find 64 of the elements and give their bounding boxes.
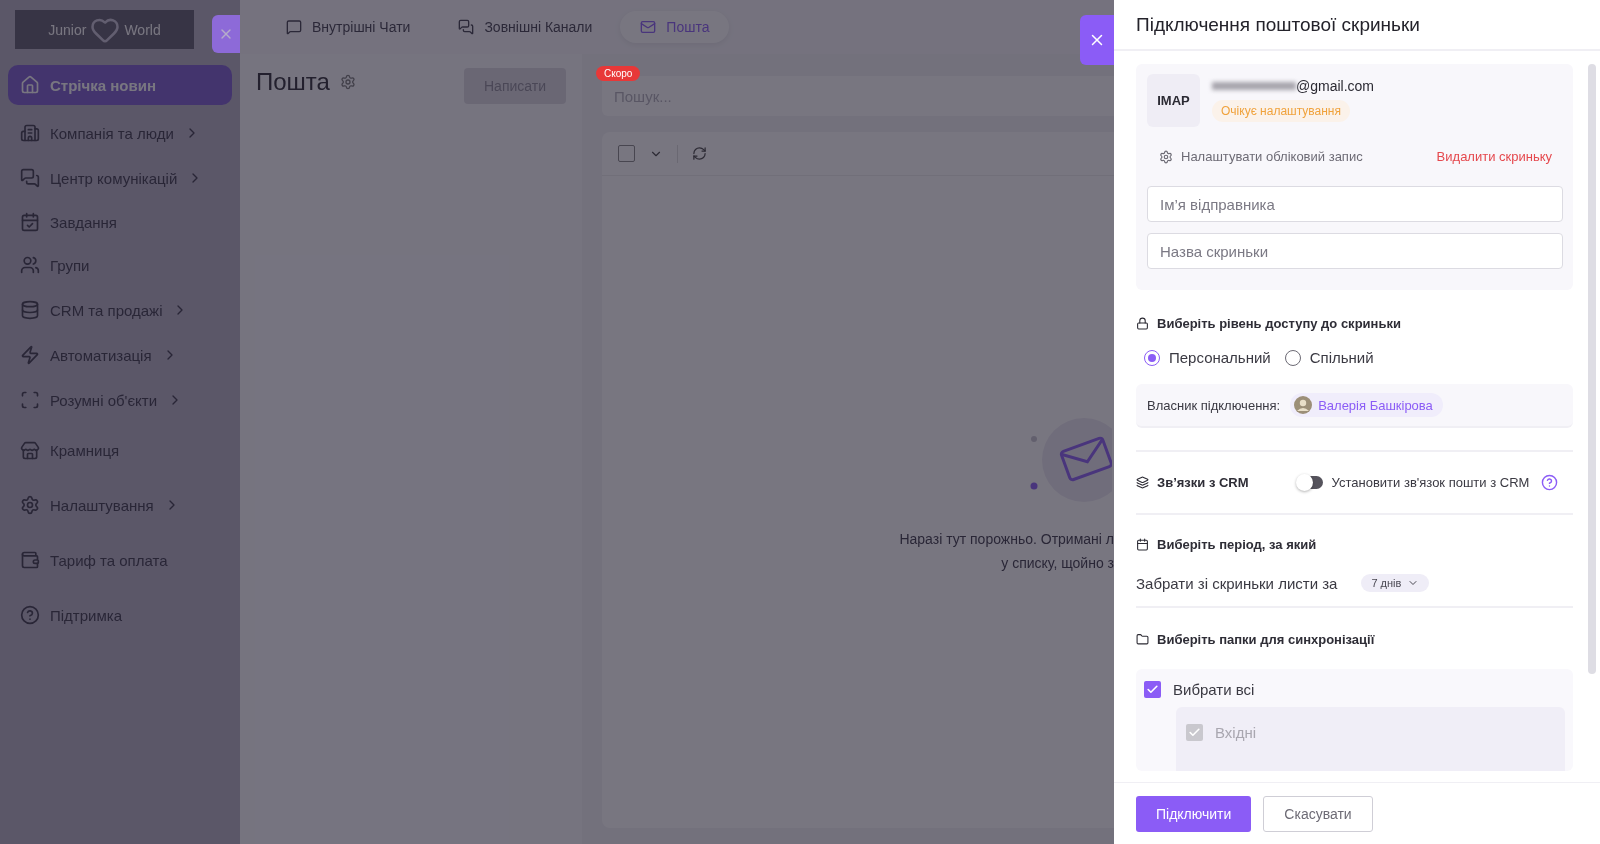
email-address: @gmail.com	[1296, 78, 1374, 94]
soon-badge: Скоро	[596, 66, 641, 81]
check-icon	[1146, 683, 1159, 696]
radio-option[interactable]: Спільний	[1284, 349, 1374, 366]
settings-icon	[20, 495, 40, 515]
settings-icon	[1159, 149, 1173, 164]
status-badge: Очікує налаштування	[1212, 100, 1350, 122]
chat-icon	[20, 168, 40, 188]
section-heading: Виберіть папки для синхронізації	[1157, 632, 1375, 647]
sidebar-item-label: Стрічка новин	[50, 76, 156, 94]
mail-icon	[640, 19, 657, 35]
wallet-icon	[20, 550, 40, 570]
help-icon[interactable]	[1541, 474, 1559, 491]
period-label: Забрати зі скриньки листи за	[1136, 574, 1338, 592]
section-heading: Зв’язки з CRM	[1157, 475, 1249, 490]
delete-mailbox-link[interactable]: Видалити скриньку	[1436, 149, 1552, 164]
radio-option[interactable]: Персональний	[1144, 349, 1271, 366]
scan-icon	[20, 390, 40, 410]
close-button[interactable]	[212, 15, 240, 53]
stack-icon	[1136, 476, 1149, 489]
lightning-icon	[20, 345, 40, 365]
help-icon	[20, 605, 40, 625]
home-icon	[20, 75, 40, 95]
chat-bubble-icon	[286, 19, 302, 35]
input-field[interactable]: Ім’я відправника	[1147, 186, 1563, 222]
logo-text: Junior	[48, 21, 87, 38]
owner-label: Власник підключення:	[1147, 397, 1281, 413]
tab[interactable]: Внутрішні Чати	[266, 11, 431, 43]
period-select[interactable]: 7 днів	[1361, 574, 1430, 592]
chats-icon	[458, 19, 475, 35]
checkbox-row[interactable]: Вибрати всі	[1144, 681, 1565, 698]
empty-message-line: Наразі тут порожньо. Отримані л	[899, 531, 1114, 547]
cancel-button[interactable]: Скасувати	[1263, 795, 1373, 832]
settings-icon[interactable]	[339, 74, 356, 90]
building-icon	[20, 123, 40, 143]
check-icon	[1188, 726, 1201, 739]
calendar-icon	[1136, 538, 1149, 551]
avatar-icon	[1294, 396, 1313, 414]
tab[interactable]: Зовнішні Канали	[438, 11, 613, 43]
empty-message-line: у списку, щойно з	[1001, 555, 1114, 571]
connect-button[interactable]: Підключити	[1136, 795, 1252, 832]
toggle-label: Установити зв'язок пошти з CRM	[1331, 475, 1530, 490]
users-icon	[20, 255, 40, 275]
user-chip[interactable]: Валерія Башкірова	[1290, 393, 1443, 417]
select-checkbox[interactable]	[618, 145, 635, 162]
section-heading: Виберіть рівень доступу до скриньки	[1157, 316, 1401, 331]
input-field[interactable]: Назва скриньки	[1147, 233, 1563, 269]
refresh-icon[interactable]	[692, 146, 707, 161]
section-heading: Виберіть період, за який	[1157, 537, 1317, 552]
toggle-switch[interactable]	[1296, 476, 1323, 489]
drawer-title: Підключення поштової скриньки	[1136, 13, 1420, 36]
lock-icon	[1136, 317, 1149, 330]
checkbox[interactable]	[1144, 681, 1161, 698]
tab[interactable]: Пошта	[620, 11, 730, 43]
pane-title: Пошта	[256, 68, 330, 96]
calendar-icon	[20, 212, 40, 232]
close-button[interactable]	[1080, 15, 1114, 65]
logo-text: World	[124, 21, 161, 38]
scrollbar[interactable]	[1588, 64, 1596, 674]
stack-icon	[20, 300, 40, 320]
sidebar-item[interactable]: Стрічка новин	[8, 65, 232, 105]
protocol-tile: IMAP	[1147, 74, 1200, 127]
store-icon	[20, 440, 40, 461]
folder-icon	[1136, 633, 1149, 646]
